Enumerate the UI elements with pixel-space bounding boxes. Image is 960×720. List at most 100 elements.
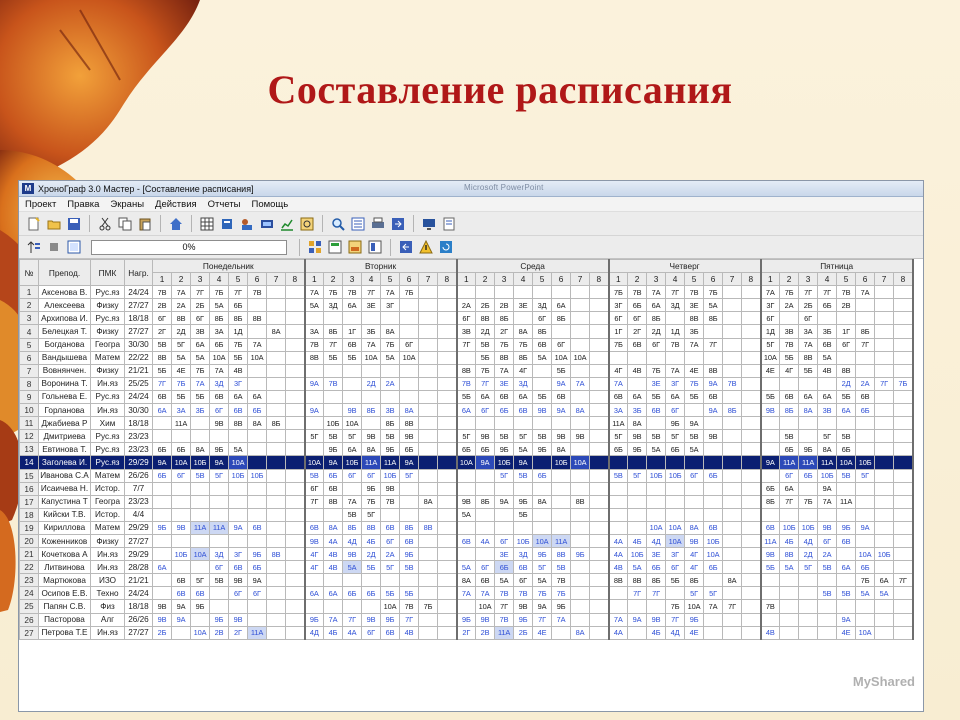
- schedule-cell[interactable]: 4Е: [760, 363, 781, 378]
- schedule-cell[interactable]: [247, 298, 267, 313]
- schedule-cell[interactable]: [247, 324, 267, 339]
- schedule-cell[interactable]: 7Г: [722, 599, 743, 614]
- table-row[interactable]: 17 Капустина Т Геогра 23/23 7Г 8В 7А 7Б 7В 8А 9В 8Б…: [19, 494, 914, 509]
- schedule-cell[interactable]: 4Б: [779, 533, 800, 549]
- schedule-cell[interactable]: 7В: [304, 337, 325, 352]
- schedule-cell[interactable]: [284, 494, 306, 509]
- schedule-cell[interactable]: [513, 416, 534, 431]
- schedule-cell[interactable]: [608, 520, 629, 535]
- schedule-cell[interactable]: [589, 363, 610, 378]
- schedule-cell[interactable]: [570, 337, 591, 352]
- schedule-cell[interactable]: 6Г: [665, 403, 686, 418]
- schedule-cell[interactable]: 7В: [513, 586, 534, 601]
- schedule-cell[interactable]: 3Е: [646, 376, 667, 391]
- schedule-cell[interactable]: [855, 298, 876, 313]
- schedule-cell[interactable]: [722, 285, 743, 300]
- schedule-cell[interactable]: [190, 612, 210, 627]
- teacher-name-cell[interactable]: Горланова: [38, 403, 91, 418]
- schedule-cell[interactable]: 5В: [779, 429, 800, 444]
- view-teachers-icon[interactable]: [326, 238, 344, 256]
- schedule-cell[interactable]: [437, 547, 458, 562]
- schedule-cell[interactable]: [874, 442, 895, 457]
- schedule-cell[interactable]: 2Д: [646, 324, 667, 339]
- teacher-name-cell[interactable]: Белецкая Т.: [38, 324, 91, 339]
- schedule-cell[interactable]: [342, 481, 363, 496]
- schedule-cell[interactable]: [741, 285, 762, 300]
- schedule-cell[interactable]: 3В: [456, 324, 477, 339]
- teacher-name-cell[interactable]: Кийски Т.В.: [38, 507, 91, 522]
- schedule-cell[interactable]: 4А: [323, 533, 344, 549]
- schedule-cell[interactable]: 5Б: [152, 363, 172, 378]
- schedule-cell[interactable]: [817, 625, 838, 640]
- schedule-cell[interactable]: 5В: [817, 560, 838, 575]
- schedule-cell[interactable]: [893, 599, 914, 614]
- schedule-cell[interactable]: [722, 337, 743, 352]
- schedule-cell[interactable]: 10Б: [380, 468, 401, 483]
- schedule-cell[interactable]: [266, 350, 286, 365]
- schedule-cell[interactable]: [475, 468, 496, 483]
- schedule-cell[interactable]: [665, 481, 686, 496]
- schedule-cell[interactable]: [532, 416, 553, 431]
- schedule-cell[interactable]: 6Г: [494, 533, 515, 549]
- schedule-cell[interactable]: [323, 507, 344, 522]
- schedule-cell[interactable]: [437, 285, 458, 300]
- schedule-cell[interactable]: 9Б: [798, 442, 819, 457]
- schedule-cell[interactable]: 5Б: [684, 389, 705, 405]
- schedule-cell[interactable]: 7А: [551, 612, 572, 627]
- schedule-cell[interactable]: 7А: [380, 285, 401, 300]
- schedule-cell[interactable]: [380, 573, 401, 588]
- import-icon[interactable]: [397, 238, 415, 256]
- schedule-cell[interactable]: 9Б: [304, 612, 325, 627]
- schedule-cell[interactable]: 5В: [836, 429, 857, 444]
- schedule-cell[interactable]: [284, 337, 306, 352]
- schedule-cell[interactable]: [722, 416, 743, 431]
- schedule-cell[interactable]: 7Г: [342, 612, 363, 627]
- schedule-cell[interactable]: 3Д: [323, 298, 344, 313]
- schedule-cell[interactable]: [437, 560, 458, 575]
- schedule-cell[interactable]: 9В: [551, 429, 572, 444]
- schedule-cell[interactable]: 3А: [171, 403, 191, 418]
- schedule-cell[interactable]: 5Б: [798, 363, 819, 378]
- schedule-cell[interactable]: [266, 285, 286, 300]
- schedule-cell[interactable]: [684, 350, 705, 365]
- schedule-cell[interactable]: 6Г: [817, 533, 838, 549]
- schedule-cell[interactable]: 5Б: [646, 389, 667, 405]
- schedule-cell[interactable]: 3Е: [361, 298, 382, 313]
- schedule-cell[interactable]: 10Б: [798, 520, 819, 535]
- schedule-cell[interactable]: 6А: [304, 586, 325, 601]
- load-cell[interactable]: 23/23: [124, 429, 153, 444]
- schedule-cell[interactable]: [874, 298, 895, 313]
- schedule-cell[interactable]: 10А: [855, 625, 876, 640]
- row-number[interactable]: 16: [19, 481, 39, 496]
- schedule-cell[interactable]: 5А: [456, 507, 477, 522]
- schedule-cell[interactable]: [855, 494, 876, 509]
- column-header-subject[interactable]: ПМК: [90, 258, 125, 287]
- schedule-cell[interactable]: 6Б: [817, 298, 838, 313]
- schedule-cell[interactable]: 6В: [551, 389, 572, 405]
- schedule-cell[interactable]: [247, 507, 267, 522]
- schedule-cell[interactable]: 10А: [171, 455, 191, 470]
- schedule-cell[interactable]: 7Б: [608, 337, 629, 352]
- schedule-cell[interactable]: 2В: [836, 298, 857, 313]
- teacher-name-cell[interactable]: Коженников: [38, 533, 91, 549]
- schedule-cell[interactable]: 6А: [551, 298, 572, 313]
- schedule-cell[interactable]: 9В: [361, 429, 382, 444]
- schedule-cell[interactable]: [741, 547, 762, 562]
- schedule-cell[interactable]: 6В: [532, 337, 553, 352]
- schedule-cell[interactable]: 7Г: [190, 285, 210, 300]
- schedule-cell[interactable]: 10Б: [513, 533, 534, 549]
- schedule-cell[interactable]: 5А: [513, 442, 534, 457]
- schedule-cell[interactable]: [418, 324, 439, 339]
- schedule-cell[interactable]: 8В: [323, 494, 344, 509]
- schedule-cell[interactable]: 7Г: [665, 612, 686, 627]
- schedule-cell[interactable]: [570, 389, 591, 405]
- schedule-cell[interactable]: 5Б: [513, 507, 534, 522]
- schedule-cell[interactable]: [741, 311, 762, 326]
- schedule-cell[interactable]: 8В: [684, 311, 705, 326]
- schedule-cell[interactable]: 6Б: [779, 442, 800, 457]
- schedule-cell[interactable]: [741, 350, 762, 365]
- schedule-cell[interactable]: 3Г: [665, 376, 686, 391]
- schedule-cell[interactable]: [266, 429, 286, 444]
- schedule-cell[interactable]: [874, 612, 895, 627]
- schedule-cell[interactable]: 5А: [494, 573, 515, 588]
